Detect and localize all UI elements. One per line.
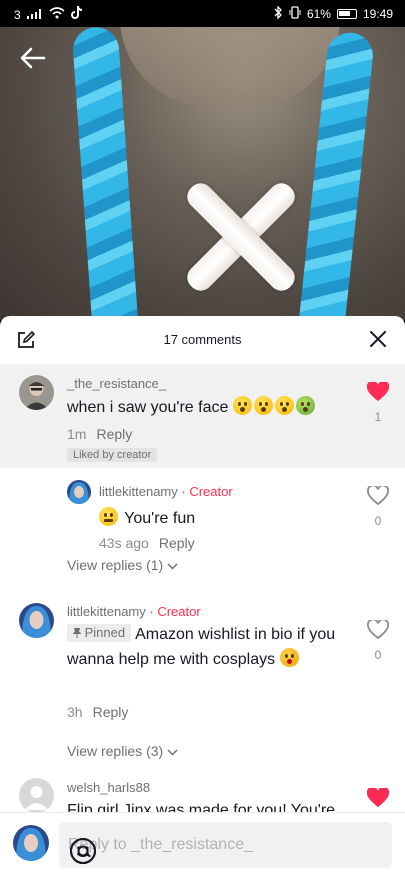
liked-by-creator-badge: Liked by creator [67,448,158,462]
comment-item[interactable]: welsh_harls88 Flip girl Jinx was made fo… [0,772,405,812]
comment-count: 17 comments [163,332,242,347]
clock: 19:49 [362,7,393,21]
video-player[interactable] [0,27,405,320]
comment-text: when i saw you're face [67,395,337,420]
like-control[interactable]: 0 [366,618,390,662]
signal-icon [26,8,43,22]
emoji-icon[interactable] [68,836,98,866]
network-label: 3 [14,7,21,22]
like-count: 0 [374,648,382,662]
comment-username[interactable]: _the_resistance_ [67,376,166,391]
bluetooth-icon [274,5,283,22]
video-frame-skin [120,27,340,107]
comment-list[interactable]: _the_resistance_ when i saw you're face … [0,364,405,812]
pin-icon [73,628,81,638]
comment-username[interactable]: littlekittenamy [67,604,146,619]
astonished-emoji-icon [232,396,252,415]
battery-percent: 61% [306,7,331,21]
like-control[interactable]: 1 [366,786,390,812]
grimacing-emoji-icon [99,507,118,526]
view-replies-label: View replies (3) [67,743,164,759]
reply-input[interactable]: Reply to _the_resistance_ [59,822,392,868]
astonished-emoji-icon [274,396,294,415]
reply-button[interactable]: Reply [96,426,132,442]
like-count: 1 [374,410,382,424]
creator-tag: · Creator [149,604,201,619]
comment-username[interactable]: welsh_harls88 [67,780,150,795]
reply-text-body: You're fun [124,510,196,527]
view-replies-link[interactable]: View replies (3) [67,743,178,759]
comment-text: Flip girl Jinx was made for you! You're … [67,802,336,812]
comment-item[interactable]: littlekittenamy · Creator Pinned Amazon … [0,589,405,729]
battery-icon [336,9,357,19]
view-replies-link[interactable]: View replies (1) [67,557,178,573]
avatar[interactable] [19,778,54,812]
heart-icon[interactable] [366,786,390,812]
tiktok-icon [70,6,83,23]
reply-button[interactable]: Reply [93,704,129,720]
chevron-down-icon [167,563,178,570]
reply-time: 43s ago [99,535,149,551]
comments-sheet: 17 comments _the_resistance_ when i saw … [0,316,405,878]
reply-button[interactable]: Reply [159,535,195,551]
reply-input-bar: Reply to _the_resistance_ [0,812,405,878]
creator-tag: · Creator [181,484,233,499]
video-frame-x-strap [168,167,308,307]
comment-item[interactable]: _the_resistance_ when i saw you're face … [0,364,405,468]
like-control[interactable]: 0 [366,484,390,528]
reply-username[interactable]: littlekittenamy [99,484,178,499]
status-bar: 3 61% 19:49 [0,0,405,27]
heart-outline-icon[interactable] [367,618,389,644]
chevron-down-icon [167,749,178,756]
reply-meta: 43s ago Reply [99,535,195,551]
video-frame-braid-left [71,27,141,320]
heart-icon[interactable] [366,380,390,406]
back-arrow-icon[interactable] [18,45,48,71]
frowning-emoji-icon [253,396,273,415]
comment-time: 3h [67,704,83,720]
avatar[interactable] [19,603,54,638]
pinned-badge: Pinned [67,624,132,642]
view-replies-label: View replies (1) [67,557,164,573]
close-icon[interactable] [369,330,387,348]
comments-header: 17 comments [0,316,405,364]
comment-time: 1m [67,426,87,442]
comment-text-body: when i saw you're face [67,399,229,416]
comment-meta: 1m Reply [67,426,132,442]
avatar[interactable] [19,375,54,410]
comment-meta: 3h Reply [67,704,128,720]
like-count: 0 [374,514,382,528]
my-avatar [13,825,49,861]
heart-outline-icon[interactable] [367,484,389,510]
avatar[interactable] [67,480,91,504]
reply-item[interactable]: littlekittenamy · Creator You're fun 43s… [0,468,405,552]
vibrate-icon [289,6,301,22]
vomiting-emoji-icon [295,396,315,415]
wifi-icon [49,7,65,22]
reply-text: You're fun [99,506,195,531]
comment-text: Pinned Amazon wishlist in bio if you wan… [67,622,352,672]
pinned-label: Pinned [84,625,126,640]
reply-header: littlekittenamy · Creator [99,484,233,499]
smiling-hearts-emoji-icon [279,648,299,667]
comment-header: littlekittenamy · Creator [67,604,201,619]
like-control[interactable]: 1 [366,380,390,424]
